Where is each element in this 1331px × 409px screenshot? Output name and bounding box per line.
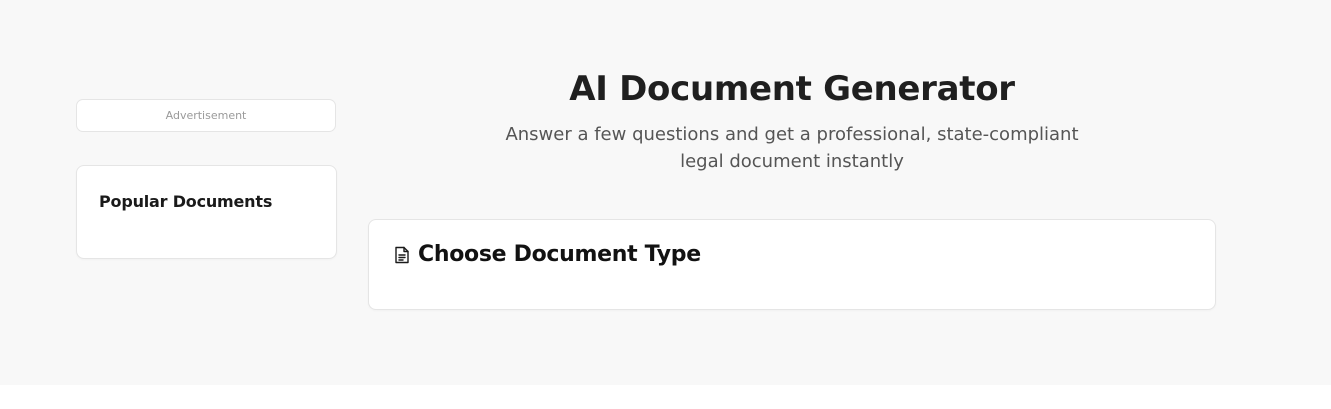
choose-document-type-card: Choose Document Type: [368, 219, 1216, 310]
popular-documents-card: Popular Documents: [76, 165, 337, 259]
choose-document-type-header: Choose Document Type: [394, 241, 701, 269]
page-subtitle: Answer a few questions and get a profess…: [505, 124, 1079, 172]
page-background: Advertisement Popular Documents AI Docum…: [0, 0, 1331, 385]
popular-documents-title: Popular Documents: [99, 192, 273, 211]
file-text-icon: [394, 246, 410, 264]
page-title: AI Document Generator: [569, 69, 1015, 109]
choose-document-type-title: Choose Document Type: [418, 242, 701, 267]
advertisement-label: Advertisement: [165, 109, 247, 122]
advertisement-slot: Advertisement: [76, 99, 336, 132]
